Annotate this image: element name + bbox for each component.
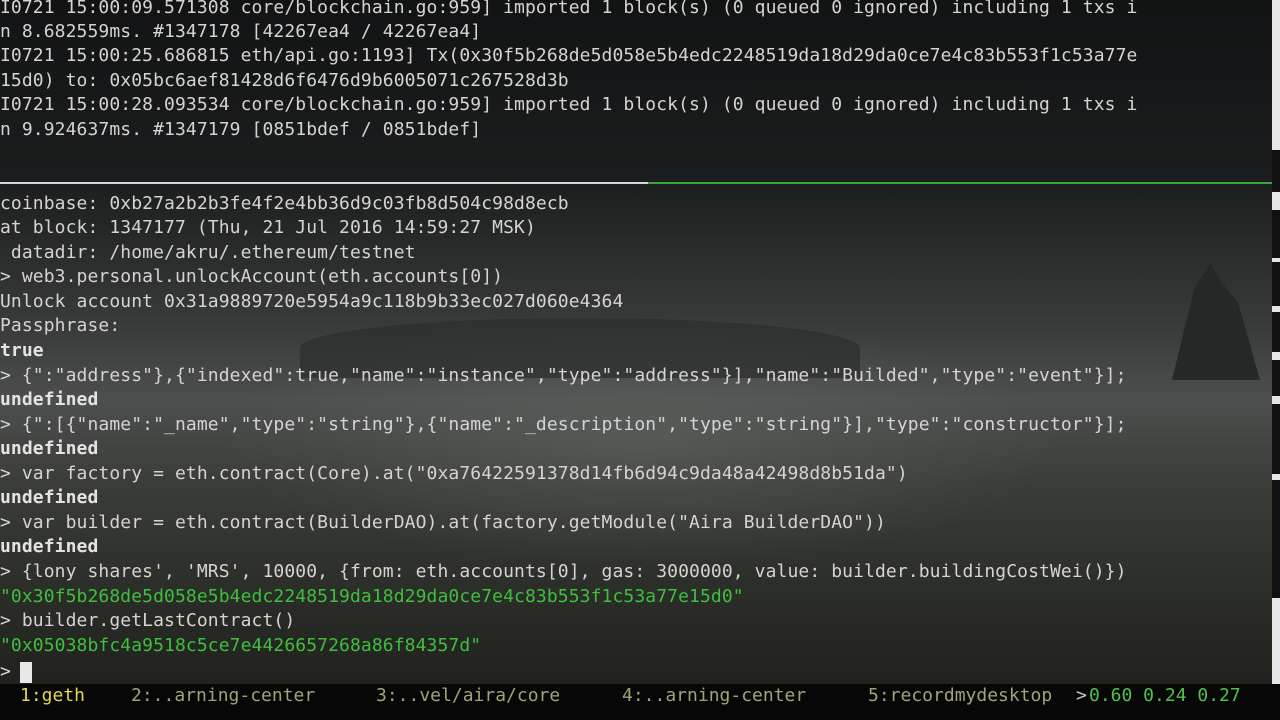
console-command-line: > builder.getLastContract() <box>0 610 296 631</box>
console-prompt[interactable]: > <box>0 660 11 684</box>
log-line: n 9.924637ms. #1347179 [0851bdef / 0851b… <box>0 119 482 140</box>
console-info-line: coinbase: 0xb27a2b2b3fe4f2e4bb36d9c03fb8… <box>0 193 569 214</box>
log-line: 15d0) to: 0x05bc6aef81428d6f6476d9b60050… <box>0 70 569 91</box>
console-command-line: > {":"address"},{"indexed":true,"name":"… <box>0 365 1127 386</box>
console-command-line: > var builder = eth.contract(BuilderDAO)… <box>0 512 886 533</box>
system-load-average: 0.60 0.24 0.27 <box>1089 685 1241 706</box>
text-cursor <box>20 662 32 683</box>
console-output-line: Unlock account 0x31a9889720e5954a9c118b9… <box>0 291 624 312</box>
console-output-line: undefined <box>0 389 99 410</box>
log-line: n 8.682559ms. #1347178 [42267ea4 / 42267… <box>0 21 482 42</box>
console-output-line: undefined <box>0 536 99 557</box>
terminal-window[interactable]: I0721 15:00:09.571308 core/blockchain.go… <box>0 0 1272 684</box>
console-output-line: "0x05038bfc4a9518c5ce7e4426657268a86f843… <box>0 635 482 656</box>
scrollbar[interactable] <box>1272 0 1280 684</box>
window-tab-learning-center[interactable]: 2:..arning-center <box>131 684 315 708</box>
window-tab-aira-core[interactable]: 3:..vel/aira/core <box>376 684 560 708</box>
console-output-line: Passphrase: <box>0 315 121 336</box>
console-info-line: at block: 1347177 (Thu, 21 Jul 2016 14:5… <box>0 217 536 238</box>
console-output-line: undefined <box>0 438 99 459</box>
log-line: I0721 15:00:25.686815 eth/api.go:1193] T… <box>0 45 1138 66</box>
status-separator: > <box>1076 685 1087 706</box>
window-tab-geth[interactable]: 1:geth <box>20 684 85 708</box>
console-info-line: datadir: /home/akru/.ethereum/testnet <box>0 242 416 263</box>
console-command-line: > var factory = eth.contract(Core).at("0… <box>0 463 908 484</box>
tmux-status-bar: 1:geth 2:..arning-center 3:..vel/aira/co… <box>0 684 1280 720</box>
console-output-line: true <box>0 340 44 361</box>
log-line: I0721 15:00:28.093534 core/blockchain.go… <box>0 94 1138 115</box>
window-tab-learning-center-2[interactable]: 4:..arning-center <box>622 684 806 708</box>
console-output-line: undefined <box>0 487 99 508</box>
pane-divider[interactable] <box>0 182 1272 184</box>
console-command-line: > {lony shares', 'MRS', 10000, {from: et… <box>0 561 1127 582</box>
window-tab-recordmydesktop[interactable]: 5:recordmydesktop <box>868 684 1052 708</box>
console-command-line: > web3.personal.unlockAccount(eth.accoun… <box>0 266 504 287</box>
console-command-line: > {":[{"name":"_name","type":"string"},{… <box>0 414 1127 435</box>
log-line: I0721 15:00:09.571308 core/blockchain.go… <box>0 0 1138 18</box>
console-output-line: "0x30f5b268de5d058e5b4edc2248519da18d29d… <box>0 586 744 607</box>
